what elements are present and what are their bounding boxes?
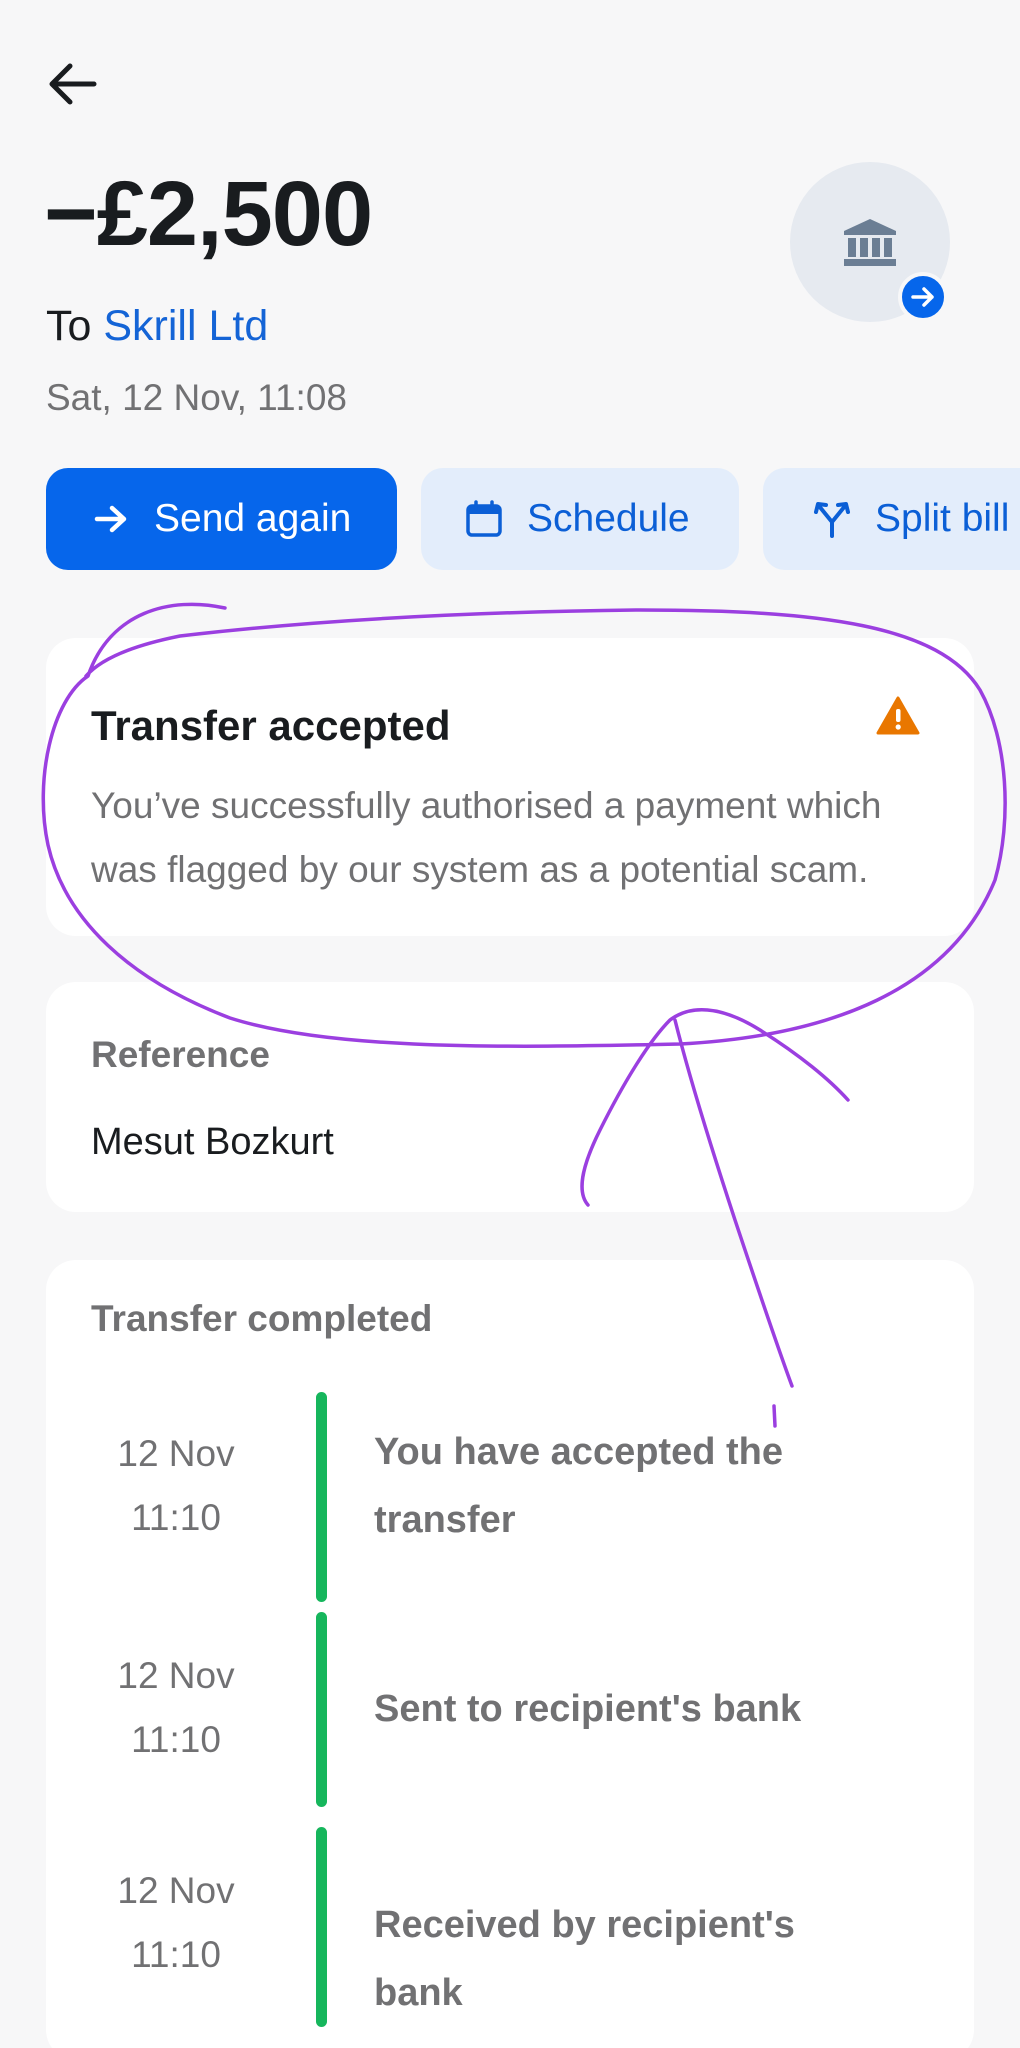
timeline-step: 12 Nov 11:10 Sent to recipient's bank — [46, 1612, 974, 1807]
timeline-step-datetime: 12 Nov 11:10 — [86, 1422, 266, 1550]
timeline-step-time: 11:10 — [131, 1934, 221, 1975]
timeline-step-date: 12 Nov — [117, 1655, 235, 1696]
timeline-status-bar — [316, 1612, 327, 1807]
arrow-left-icon — [49, 63, 97, 105]
timeline-step-text: Sent to recipient's bank — [374, 1688, 802, 1730]
reference-card: Reference Mesut Bozkurt — [46, 982, 974, 1212]
calendar-icon — [466, 500, 502, 537]
timeline-step-date: 12 Nov — [117, 1433, 235, 1474]
transaction-amount: −£2,500 — [44, 163, 373, 265]
alert-body: You’ve successfully authorised a payment… — [91, 785, 882, 890]
timeline-step-datetime: 12 Nov 11:10 — [86, 1859, 266, 1987]
action-buttons: Send again Schedule Split bill — [46, 468, 1020, 570]
transaction-detail-screen: −£2,500 To Skrill Ltd Sat, 12 Nov, 11:08… — [0, 0, 1020, 2048]
transaction-date: Sat, 12 Nov, 11:08 — [46, 377, 347, 418]
arrow-right-circle-icon — [898, 272, 948, 322]
timeline-step-text: You have accepted the transfer — [374, 1431, 783, 1541]
timeline-status-bar — [316, 1392, 327, 1602]
reference-label: Reference — [91, 1034, 270, 1075]
to-prefix: To — [46, 302, 92, 350]
reference-value: Mesut Bozkurt — [91, 1121, 334, 1163]
alert-title: Transfer accepted — [91, 702, 451, 749]
send-again-label: Send again — [154, 497, 352, 540]
arrow-right-icon — [94, 505, 127, 533]
schedule-label: Schedule — [527, 497, 690, 540]
timeline-step-datetime: 12 Nov 11:10 — [86, 1644, 266, 1772]
timeline-title: Transfer completed — [91, 1298, 433, 1339]
send-again-button[interactable]: Send again — [46, 468, 397, 570]
timeline-step: 12 Nov 11:10 You have accepted the trans… — [46, 1380, 974, 1602]
split-bill-button[interactable]: Split bill — [763, 468, 1020, 570]
back-button[interactable] — [44, 56, 100, 112]
split-bill-label: Split bill — [875, 497, 1010, 540]
timeline-step-time: 11:10 — [131, 1497, 221, 1538]
recipient-link[interactable]: Skrill Ltd — [103, 302, 268, 350]
split-icon — [814, 502, 850, 538]
scam-alert-card: Transfer accepted You’ve successfully au… — [46, 638, 974, 936]
timeline-step-date: 12 Nov — [117, 1870, 235, 1911]
timeline-status-bar — [316, 1827, 327, 2027]
schedule-button[interactable]: Schedule — [421, 468, 739, 570]
timeline-step-time: 11:10 — [131, 1719, 221, 1760]
timeline-step: 12 Nov 11:10 Received by recipient's ban… — [46, 1827, 974, 2032]
bank-icon — [844, 219, 896, 266]
timeline-step-text: Received by recipient's bank — [374, 1904, 795, 2014]
warning-triangle-icon — [876, 696, 920, 735]
recipient-line: To Skrill Ltd — [46, 302, 268, 351]
timeline-card: Transfer completed 12 Nov 11:10 You have… — [46, 1260, 974, 2048]
